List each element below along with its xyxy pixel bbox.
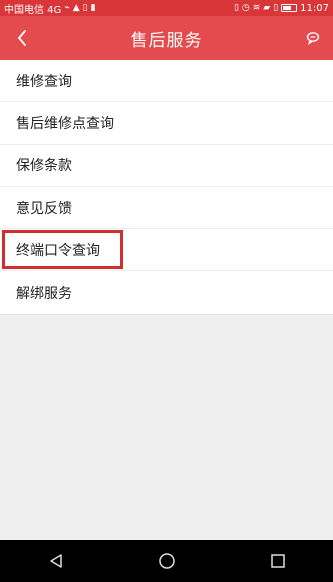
back-button[interactable] <box>10 24 34 52</box>
menu-item-terminal-passcode-query[interactable]: 终端口令查询 <box>0 229 333 272</box>
menu-item-warranty-terms[interactable]: 保修条款 <box>0 145 333 187</box>
menu-item-unbind-service[interactable]: 解绑服务 <box>0 271 333 313</box>
wifi-icon: ≋ <box>252 2 261 13</box>
nav-home-button[interactable] <box>153 547 181 575</box>
menu-item-label: 售后维修点查询 <box>16 115 114 132</box>
menu-item-label: 维修查询 <box>16 73 72 90</box>
menu-item-label: 终端口令查询 <box>16 242 100 259</box>
menu-item-label: 保修条款 <box>16 158 72 175</box>
status-time: 11:07 <box>300 2 329 14</box>
battery-icon <box>281 4 298 12</box>
sim-icon: ▮ <box>90 2 96 13</box>
page-title: 售后服务 <box>130 30 203 51</box>
status-bar: 中国电信 4G ⌁ ▲ ▯ ▮ ▯ ◷ ≋ ▰ ▯ 11:07 <box>0 0 333 16</box>
circle-home-icon <box>158 553 175 569</box>
android-nav-bar <box>0 540 333 582</box>
square-recent-icon <box>270 554 285 568</box>
warning-icon: ▲ <box>72 2 80 13</box>
header-bar: 售后服务 <box>0 16 333 60</box>
menu-item-feedback[interactable]: 意见反馈 <box>0 187 333 230</box>
message-icon <box>306 32 320 45</box>
menu-item-label: 解绑服务 <box>16 285 72 302</box>
menu-item-service-center-query[interactable]: 售后维修点查询 <box>0 102 333 145</box>
menu-item-label: 意见反馈 <box>16 200 72 217</box>
chevron-left-icon <box>17 30 26 46</box>
triangle-back-icon <box>49 554 62 568</box>
vibrate-icon: ▯ <box>233 2 239 13</box>
alarm-icon: ◷ <box>241 2 250 13</box>
nav-recent-button[interactable] <box>264 547 292 575</box>
message-button[interactable] <box>303 28 323 48</box>
data-icon: ▯ <box>273 2 279 13</box>
carrier-label: 中国电信 4G <box>4 4 62 16</box>
nav-back-button[interactable] <box>42 547 70 575</box>
usb-icon: ⌁ <box>64 2 70 13</box>
status-left: 中国电信 4G ⌁ ▲ ▯ ▮ <box>4 1 96 16</box>
service-menu: 维修查询 售后维修点查询 保修条款 意见反馈 终端口令查询 解绑服务 <box>0 60 333 315</box>
file-icon: ▯ <box>82 2 88 13</box>
status-right: ▯ ◷ ≋ ▰ ▯ 11:07 <box>234 3 329 14</box>
signal-icon: ▰ <box>263 2 271 13</box>
menu-item-repair-query[interactable]: 维修查询 <box>0 60 333 103</box>
